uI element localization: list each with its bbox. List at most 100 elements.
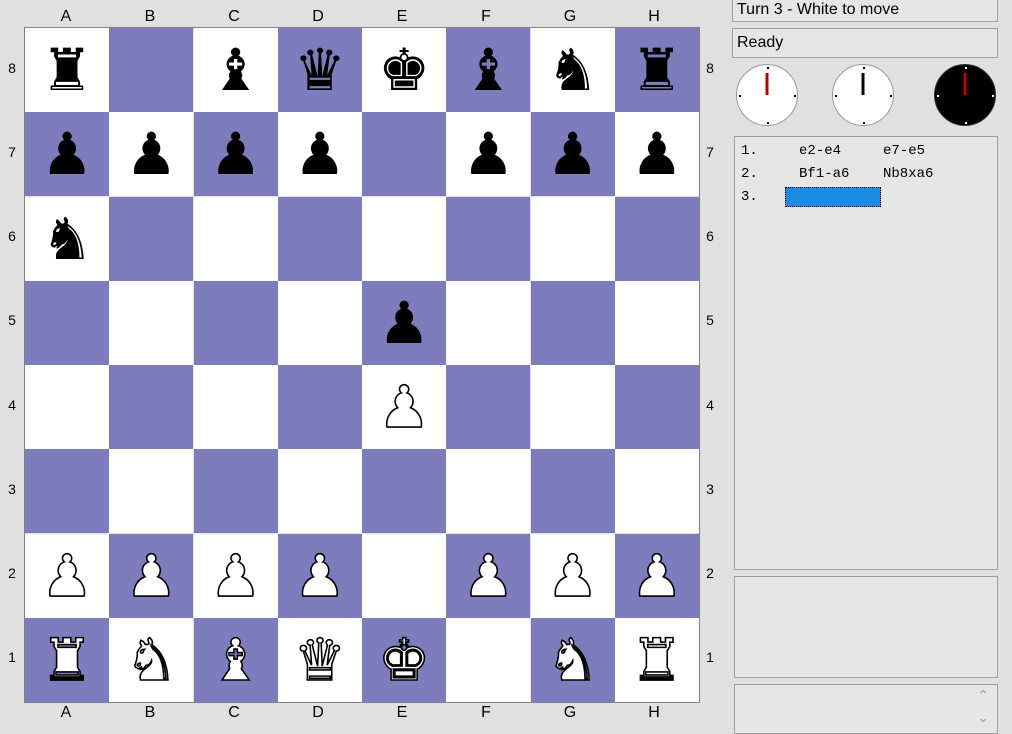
square-h3[interactable] [614, 449, 699, 534]
square-g6[interactable] [530, 196, 615, 281]
black-queen-icon[interactable]: ♛ [294, 41, 346, 99]
white-move[interactable]: e2-e4 [799, 143, 841, 159]
square-a8[interactable]: ♜ [25, 28, 110, 113]
square-b5[interactable] [109, 280, 194, 365]
white-pawn-icon[interactable]: ♟ [40, 546, 94, 606]
square-f2[interactable]: ♟ [446, 533, 531, 618]
scroll-down-icon[interactable]: ⌄ [977, 709, 989, 726]
white-pawn-icon[interactable]: ♟ [125, 546, 179, 606]
white-pawn-icon[interactable]: ♟ [462, 546, 516, 606]
square-h1[interactable]: ♜ [614, 617, 699, 702]
square-a5[interactable] [25, 280, 110, 365]
white-bishop-icon[interactable]: ♝ [209, 630, 263, 690]
square-d5[interactable] [277, 280, 362, 365]
black-king-icon[interactable]: ♚ [378, 41, 430, 99]
square-h6[interactable] [614, 196, 699, 281]
black-move[interactable]: Nb8xa6 [883, 166, 933, 182]
square-d7[interactable]: ♟ [277, 112, 362, 197]
white-knight-icon[interactable]: ♞ [125, 630, 179, 690]
square-h5[interactable] [614, 280, 699, 365]
square-d6[interactable] [277, 196, 362, 281]
black-pawn-icon[interactable]: ♟ [462, 125, 514, 183]
square-g2[interactable]: ♟ [530, 533, 615, 618]
square-c6[interactable] [193, 196, 278, 281]
black-pawn-icon[interactable]: ♟ [547, 125, 599, 183]
square-f6[interactable] [446, 196, 531, 281]
square-f8[interactable]: ♝ [446, 28, 531, 113]
white-pawn-icon[interactable]: ♟ [209, 546, 263, 606]
square-d2[interactable]: ♟ [277, 533, 362, 618]
black-bishop-icon[interactable]: ♝ [210, 41, 262, 99]
black-rook-icon[interactable]: ♜ [631, 41, 683, 99]
square-f7[interactable]: ♟ [446, 112, 531, 197]
black-pawn-icon[interactable]: ♟ [210, 125, 262, 183]
square-g3[interactable] [530, 449, 615, 534]
square-c3[interactable] [193, 449, 278, 534]
square-c5[interactable] [193, 280, 278, 365]
square-d8[interactable]: ♛ [277, 28, 362, 113]
message-area[interactable]: ⌃ ⌄ [734, 684, 998, 734]
black-pawn-icon[interactable]: ♟ [378, 294, 430, 352]
square-e7[interactable] [362, 112, 447, 197]
square-b6[interactable] [109, 196, 194, 281]
white-knight-icon[interactable]: ♞ [546, 630, 600, 690]
square-h7[interactable]: ♟ [614, 112, 699, 197]
square-c7[interactable]: ♟ [193, 112, 278, 197]
square-g7[interactable]: ♟ [530, 112, 615, 197]
white-rook-icon[interactable]: ♜ [40, 630, 94, 690]
square-f4[interactable] [446, 365, 531, 450]
square-f1[interactable] [446, 617, 531, 702]
white-pawn-icon[interactable]: ♟ [630, 546, 684, 606]
white-pawn-icon[interactable]: ♟ [293, 546, 347, 606]
square-e2[interactable] [362, 533, 447, 618]
scroll-up-icon[interactable]: ⌃ [977, 687, 989, 704]
square-h4[interactable] [614, 365, 699, 450]
square-a7[interactable]: ♟ [25, 112, 110, 197]
square-b3[interactable] [109, 449, 194, 534]
white-move[interactable]: Bf1-a6 [799, 166, 849, 182]
square-e4[interactable]: ♟ [362, 365, 447, 450]
square-b8[interactable] [109, 28, 194, 113]
square-e8[interactable]: ♚ [362, 28, 447, 113]
square-b7[interactable]: ♟ [109, 112, 194, 197]
square-b1[interactable]: ♞ [109, 617, 194, 702]
black-pawn-icon[interactable]: ♟ [631, 125, 683, 183]
square-a1[interactable]: ♜ [25, 617, 110, 702]
black-pawn-icon[interactable]: ♟ [41, 125, 93, 183]
square-a6[interactable]: ♞ [25, 196, 110, 281]
move-list[interactable]: 1. e2-e4 e7-e5 2. Bf1-a6 Nb8xa6 3. [734, 136, 998, 570]
square-e6[interactable] [362, 196, 447, 281]
black-knight-icon[interactable]: ♞ [547, 41, 599, 99]
white-queen-icon[interactable]: ♛ [293, 630, 347, 690]
square-c2[interactable]: ♟ [193, 533, 278, 618]
square-e1[interactable]: ♚ [362, 617, 447, 702]
square-c8[interactable]: ♝ [193, 28, 278, 113]
square-e5[interactable]: ♟ [362, 280, 447, 365]
square-h8[interactable]: ♜ [614, 28, 699, 113]
square-g8[interactable]: ♞ [530, 28, 615, 113]
black-pawn-icon[interactable]: ♟ [294, 125, 346, 183]
black-knight-icon[interactable]: ♞ [41, 210, 93, 268]
white-king-icon[interactable]: ♚ [377, 630, 431, 690]
square-f3[interactable] [446, 449, 531, 534]
square-d1[interactable]: ♛ [277, 617, 362, 702]
white-pawn-icon[interactable]: ♟ [546, 546, 600, 606]
black-pawn-icon[interactable]: ♟ [125, 125, 177, 183]
square-e3[interactable] [362, 449, 447, 534]
chess-board[interactable]: ♜ ♝ ♛ ♚ ♝ ♞ ♜ ♟ ♟ ♟ ♟ ♟ ♟ ♟ ♞ ♟ ♟ ♟ ♟ ♟ ♟ ♟ ♟ ♟ ♜ ♞ ♝ ♛ ♚ ♞ ♜ [24, 27, 700, 703]
square-d3[interactable] [277, 449, 362, 534]
white-pawn-icon[interactable]: ♟ [377, 377, 431, 437]
square-d4[interactable] [277, 365, 362, 450]
current-move-input[interactable] [785, 187, 881, 207]
square-a3[interactable] [25, 449, 110, 534]
square-c4[interactable] [193, 365, 278, 450]
square-f5[interactable] [446, 280, 531, 365]
square-a4[interactable] [25, 365, 110, 450]
square-b4[interactable] [109, 365, 194, 450]
square-h2[interactable]: ♟ [614, 533, 699, 618]
black-bishop-icon[interactable]: ♝ [462, 41, 514, 99]
white-rook-icon[interactable]: ♜ [630, 630, 684, 690]
black-rook-icon[interactable]: ♜ [41, 41, 93, 99]
square-a2[interactable]: ♟ [25, 533, 110, 618]
square-b2[interactable]: ♟ [109, 533, 194, 618]
